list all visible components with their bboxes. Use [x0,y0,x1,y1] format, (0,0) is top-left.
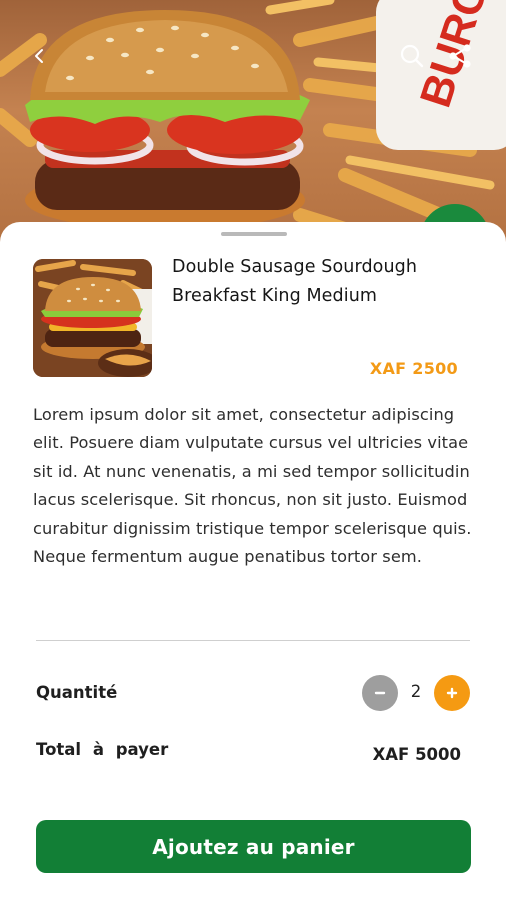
quantity-label: Quantité [36,683,118,702]
burger-photo: BURG [0,0,506,245]
quantity-value: 2 [410,682,422,701]
product-detail-sheet: Double Sausage Sourdough Breakfast King … [0,222,506,900]
add-to-cart-button[interactable]: Ajoutez au panier [36,820,471,873]
product-price: XAF 2500 [369,359,458,378]
product-name-line-1: Double Sausage Sourdough [172,257,418,277]
hero-product-photo: BURG [0,0,506,245]
search-icon [400,44,424,68]
total-label: Total à payer [36,740,169,759]
back-arrow-icon [35,49,43,63]
product-name: Double Sausage Sourdough Breakfast King … [172,253,472,311]
minus-icon [374,691,386,695]
back-button[interactable] [22,38,58,74]
section-divider [36,640,470,641]
sheet-drag-handle[interactable] [221,232,287,236]
quantity-stepper: 2 [362,675,472,711]
plus-icon [446,687,458,699]
increase-quantity-button[interactable] [434,675,470,711]
product-description: Lorem ipsum dolor sit amet, consectetur … [33,405,472,567]
share-button[interactable] [442,38,478,74]
decrease-quantity-button[interactable] [362,675,398,711]
product-thumbnail [33,259,152,377]
search-button[interactable] [394,38,430,74]
share-icon [449,44,471,68]
product-name-line-2: Breakfast King Medium [172,286,378,306]
total-value: XAF 5000 [372,745,461,764]
